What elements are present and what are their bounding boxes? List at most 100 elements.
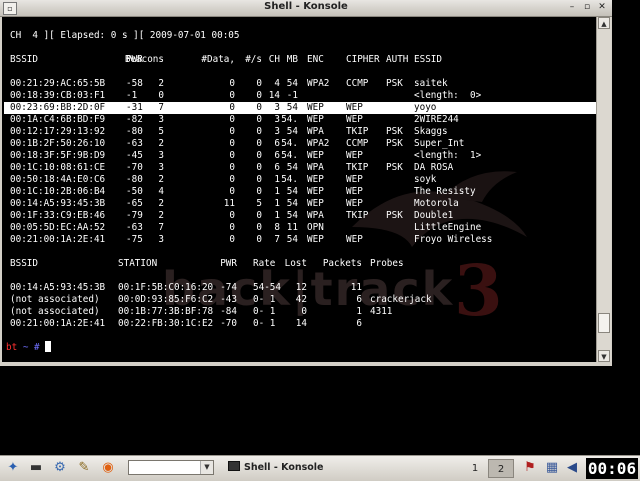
cell: (not associated) [10, 306, 100, 317]
cell: PWR [220, 258, 237, 269]
scroll-up-icon[interactable]: ▲ [598, 17, 610, 29]
flag-icon[interactable]: ⚑ [521, 459, 539, 477]
ap-row: 00:05:5D:EC:AA:52 -63 7 0 0 8 11 OPN LittleEngin… [10, 222, 596, 234]
minimize-button[interactable]: – [566, 2, 578, 13]
tray-icon[interactable]: ▦ [543, 459, 561, 477]
cell: 00:18:3F:5F:9B:D9 [10, 150, 106, 161]
cell: 00:23:69:BB:2D:0F [10, 102, 106, 113]
cell: 6 [356, 294, 362, 305]
task-label: Shell - Konsole [244, 462, 324, 473]
cell: 2 [158, 210, 164, 221]
editor-icon[interactable]: ✎ [75, 459, 93, 477]
cell: WPA [307, 210, 324, 221]
station-header-row: BSSID STATION PWR Rate Lost Packets Probes [10, 258, 596, 270]
cell: (not associated) [10, 294, 100, 305]
cell: crackerjack [370, 294, 432, 305]
cell: 00:05:5D:EC:AA:52 [10, 222, 106, 233]
taskbar: ✦ ▬ ⚙ ✎ ◉ ▼ Shell - Konsole 1 2 ⚑ ▦ ◀ 00… [0, 455, 640, 481]
station-row: 00:21:00:1A:2E:41 00:22:FB:30:1C:E2 -70 0- … [10, 318, 596, 330]
cell: 11 [286, 222, 298, 233]
cell: 6 [356, 318, 362, 329]
cell: Super_Int [414, 138, 465, 149]
volume-icon[interactable]: ◀ [563, 459, 581, 477]
cell: WEP [307, 174, 324, 185]
cell: PSK [386, 210, 403, 221]
kmenu-icon[interactable]: ✦ [4, 459, 22, 477]
cell: 00:50:18:4A:E0:C6 [10, 174, 106, 185]
cell: Skaggs [414, 126, 448, 137]
cell: 2WIRE244 [414, 114, 459, 125]
cell: Lost [284, 258, 307, 269]
cell: WEP [307, 114, 324, 125]
ap-row: 00:1C:10:08:61:CE -70 3 0 0 6 54 WPA TKIP PSK DA R… [10, 162, 596, 174]
station-row: (not associated) 00:1B:77:3B:BF:78 -84 0- 1… [10, 306, 596, 318]
cell: 54. [281, 150, 298, 161]
cell: TKIP [346, 210, 369, 221]
cell: Beacons [124, 54, 164, 65]
cell: saitek [414, 78, 448, 89]
ap-row: 00:1B:2F:50:26:10 -63 2 0 0 6 54. WPA2 CCMP PSK Su… [10, 138, 596, 150]
scroll-thumb[interactable] [598, 313, 610, 333]
clock[interactable]: 00:06 [586, 458, 638, 479]
ap-row: 00:12:17:29:13:92 -80 5 0 0 3 54 WPA TKIP PSK Skag… [10, 126, 596, 138]
cell: -74 [220, 282, 237, 293]
terminal-area[interactable]: back|track 3 CH 4 ][ Elapsed: 0 s ][ 200… [2, 17, 596, 362]
cell: WEP [346, 150, 363, 161]
ap-row: 00:1C:10:2B:06:B4 -50 4 0 0 1 54 WEP WEP The Resi… [10, 186, 596, 198]
cell: WPA [307, 162, 324, 173]
dropdown-arrow-icon[interactable]: ▼ [200, 461, 213, 474]
firefox-icon[interactable]: ◉ [99, 459, 117, 477]
ap-row: 00:50:18:4A:E0:C6 -80 2 0 0 1 54. WEP WEP soyk [10, 174, 596, 186]
title-bar[interactable]: ▫ Shell - Konsole – ▫ ✕ [0, 0, 612, 17]
cell: PSK [386, 162, 403, 173]
station-row: 00:14:A5:93:45:3B 00:1F:5B:C0:16:20 -74 54-… [10, 282, 596, 294]
cell: 7 [158, 102, 164, 113]
network-icon[interactable]: ⚙ [51, 459, 69, 477]
ap-row: 00:14:A5:93:45:3B -65 2 11 5 1 54 WEP WEP Motorol… [10, 198, 596, 210]
cell: WPA2 [307, 138, 330, 149]
scroll-down-icon[interactable]: ▼ [598, 350, 610, 362]
cell: 00:21:00:1A:2E:41 [10, 318, 106, 329]
ap-row: 00:21:00:1A:2E:41 -75 3 0 0 7 54 WEP WEP Froyo Wi… [10, 234, 596, 246]
cell: DA ROSA [414, 162, 454, 173]
konsole-launcher-icon[interactable]: ▬ [27, 459, 45, 477]
cell: 00:12:17:29:13:92 [10, 126, 106, 137]
desktop-1[interactable]: 1 [462, 459, 488, 478]
cell: -70 [220, 318, 237, 329]
maximize-button[interactable]: ▫ [581, 2, 593, 13]
cell: 54 [286, 126, 298, 137]
cell: 1 [356, 306, 362, 317]
cell: AUTH [386, 54, 409, 65]
cell: 54 [286, 78, 298, 89]
cell: 54. [281, 114, 298, 125]
terminal-scrollbar[interactable]: ▲ ▼ [596, 17, 611, 362]
cell: WEP [346, 174, 363, 185]
cell: 0 [301, 306, 307, 317]
cell: Froyo Wireless [414, 234, 493, 245]
cell: 54 [286, 102, 298, 113]
close-button[interactable]: ✕ [596, 2, 608, 13]
cell: Probes [370, 258, 404, 269]
text-cursor [45, 341, 52, 352]
shell-prompt[interactable]: bt ~ # [6, 341, 52, 353]
cell: WEP [346, 114, 363, 125]
cell: <length: 0> [414, 90, 482, 101]
cell: 2 [158, 174, 164, 185]
cell: 2 [158, 198, 164, 209]
task-konsole[interactable]: Shell - Konsole [226, 460, 458, 476]
cell: STATION [118, 258, 158, 269]
cell: MB [286, 54, 298, 65]
cell: PSK [386, 78, 403, 89]
cell: WPA2 [307, 78, 330, 89]
cell: WEP [346, 198, 363, 209]
cell: Motorola [414, 198, 459, 209]
cell: 2 [158, 138, 164, 149]
cell: ESSID [414, 54, 442, 65]
prompt-path: ~ # [22, 342, 40, 353]
cell: 00:1C:10:2B:06:B4 [10, 186, 106, 197]
cell: BSSID [10, 54, 38, 65]
prompt-user: bt [6, 342, 18, 353]
command-input[interactable]: ▼ [128, 460, 214, 475]
desktop-2[interactable]: 2 [488, 459, 514, 478]
cell: CCMP [346, 78, 369, 89]
